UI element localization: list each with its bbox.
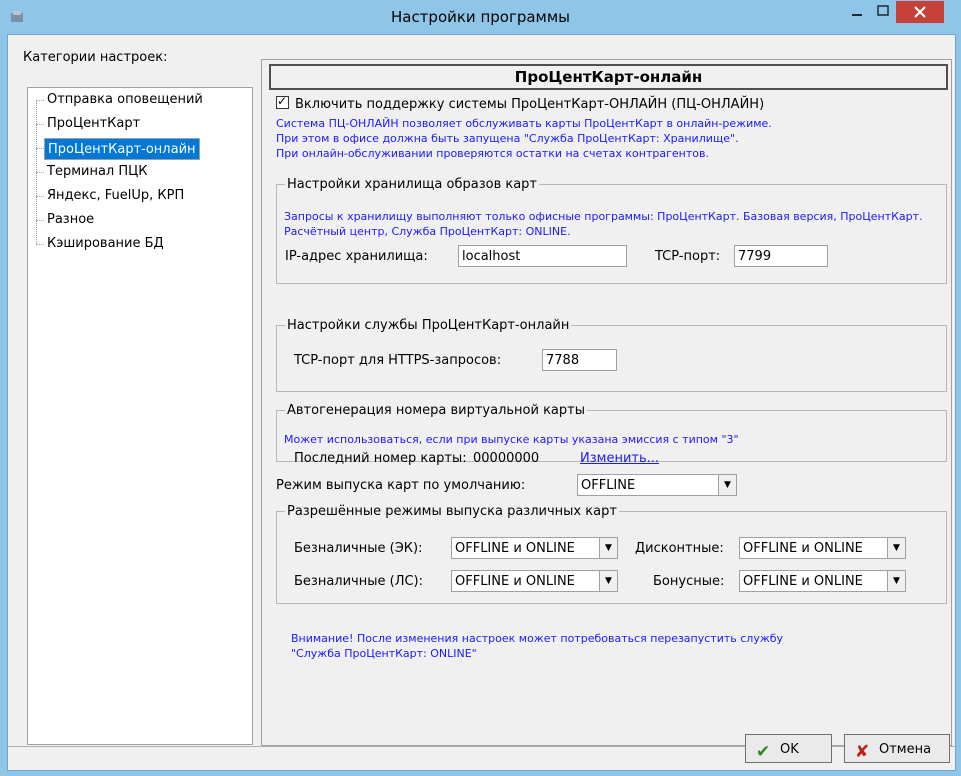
tree-connector (36, 100, 44, 101)
maximize-icon[interactable] (870, 0, 896, 22)
restart-warning: Внимание! После изменения настроек может… (291, 631, 931, 661)
dialog-window: Настройки программы Категории настроек: … (0, 0, 961, 776)
https-port-label: TCP-порт для HTTPS-запросов: (294, 353, 502, 368)
bonus-value: OFFLINE и ONLINE (743, 574, 863, 589)
default-mode-select[interactable]: OFFLINE ▼ (577, 474, 737, 496)
chevron-down-icon[interactable]: ▼ (599, 538, 617, 558)
service-legend: Настройки службы ПроЦентКарт-онлайн (287, 318, 570, 333)
enable-online-checkbox[interactable]: Включить поддержку системы ПроЦентКарт-О… (276, 94, 765, 112)
panel-title: ПроЦентКарт-онлайн (514, 68, 703, 86)
cashless-ek-value: OFFLINE и ONLINE (455, 541, 575, 556)
close-icon[interactable] (896, 1, 944, 23)
storage-port-label: TCP-порт: (655, 249, 721, 264)
warning-line: "Служба ПроЦентКарт: ONLINE" (291, 647, 477, 660)
autogen-group: Автогенерация номера виртуальной карты М… (276, 403, 947, 466)
minimize-icon[interactable] (844, 0, 870, 22)
storage-legend: Настройки хранилища образов карт (287, 177, 538, 192)
tree-connector (36, 196, 44, 197)
cashless-ls-select[interactable]: OFFLINE и ONLINE ▼ (451, 570, 618, 592)
autogen-note: Может использоваться, если при выпуске к… (284, 433, 739, 446)
cross-icon: ✘ (855, 742, 870, 762)
chevron-down-icon[interactable]: ▼ (887, 538, 905, 558)
storage-port-input[interactable]: 7799 (734, 245, 828, 267)
storage-ip-label: IP-адрес хранилища: (285, 249, 428, 264)
tree-connector (36, 124, 44, 125)
discount-value: OFFLINE и ONLINE (743, 541, 863, 556)
storage-ip-input[interactable]: localhost (458, 245, 627, 267)
info-line: Система ПЦ-ОНЛАЙН позволяет обслуживать … (276, 117, 772, 130)
storage-note: Запросы к хранилищу выполняют только офи… (284, 210, 923, 238)
cashless-ek-select[interactable]: OFFLINE и ONLINE ▼ (451, 537, 618, 559)
tree-item-procentcart-online[interactable]: ПроЦентКарт-онлайн (44, 138, 200, 160)
panel-header: ПроЦентКарт-онлайн (269, 64, 948, 90)
enable-online-label: Включить поддержку системы ПроЦентКарт-О… (295, 97, 765, 112)
categories-tree[interactable]: Отправка оповещений ПроЦентКарт ПроЦентК… (27, 87, 253, 745)
dialog-client-area: Категории настроек: Отправка оповещений … (7, 34, 956, 771)
cancel-button[interactable]: ✘ Отмена (844, 734, 950, 763)
bonus-select[interactable]: OFFLINE и ONLINE ▼ (739, 570, 906, 592)
title-bar[interactable]: Настройки программы (0, 0, 961, 34)
info-line: При этом в офисе должна быть запущена "С… (276, 132, 739, 145)
info-line: При онлайн-обслуживании проверяются оста… (276, 147, 709, 160)
default-mode-label: Режим выпуска карт по умолчанию: (276, 478, 526, 493)
tree-item-notifications[interactable]: Отправка оповещений (44, 90, 206, 110)
chevron-down-icon[interactable]: ▼ (718, 475, 736, 495)
tree-item-terminal[interactable]: Терминал ПЦК (44, 162, 150, 182)
cashless-ek-label: Безналичные (ЭК): (294, 541, 423, 556)
default-mode-value: OFFLINE (581, 478, 636, 493)
autogen-legend: Автогенерация номера виртуальной карты (287, 403, 585, 418)
service-settings-group: Настройки службы ПроЦентКарт-онлайн TCP-… (276, 318, 947, 392)
tree-connector (36, 148, 44, 149)
tree-connector (36, 244, 44, 245)
cashless-ls-label: Безналичные (ЛС): (294, 574, 424, 589)
change-number-link[interactable]: Изменить... (580, 451, 659, 466)
last-card-label: Последний номер карты: (294, 451, 467, 466)
chevron-down-icon[interactable]: ▼ (887, 571, 905, 591)
chevron-down-icon[interactable]: ▼ (599, 571, 617, 591)
tree-connector (36, 172, 44, 173)
ok-button[interactable]: ✔ OK (745, 734, 832, 763)
online-info-text: Система ПЦ-ОНЛАЙН позволяет обслуживать … (276, 116, 936, 161)
cancel-label: Отмена (879, 742, 932, 757)
discount-select[interactable]: OFFLINE и ONLINE ▼ (739, 537, 906, 559)
allowed-modes-group: Разрешённые режимы выпуска различных кар… (276, 504, 947, 604)
discount-label: Дисконтные: (635, 541, 724, 556)
allowed-legend: Разрешённые режимы выпуска различных кар… (287, 504, 617, 519)
https-port-input[interactable]: 7788 (542, 349, 617, 371)
checkbox-icon[interactable] (276, 94, 289, 109)
ok-label: OK (780, 742, 799, 757)
tree-item-yandex-fuelup[interactable]: Яндекс, FuelUp, КРП (44, 186, 187, 206)
tree-connector (36, 220, 44, 221)
tree-item-misc[interactable]: Разное (44, 210, 97, 230)
cashless-ls-value: OFFLINE и ONLINE (455, 574, 575, 589)
bonus-label: Бонусные: (653, 574, 725, 589)
settings-panel: ПроЦентКарт-онлайн Включить поддержку си… (261, 59, 952, 746)
tree-item-db-cache[interactable]: Кэширование БД (44, 234, 167, 254)
warning-line: Внимание! После изменения настроек может… (291, 632, 784, 645)
check-icon: ✔ (756, 742, 771, 762)
categories-label: Категории настроек: (23, 50, 168, 65)
storage-settings-group: Настройки хранилища образов карт Запросы… (276, 177, 947, 284)
window-title: Настройки программы (390, 8, 571, 26)
last-card-value: 00000000 (473, 451, 540, 466)
tree-item-procentcart[interactable]: ПроЦентКарт (44, 114, 143, 134)
